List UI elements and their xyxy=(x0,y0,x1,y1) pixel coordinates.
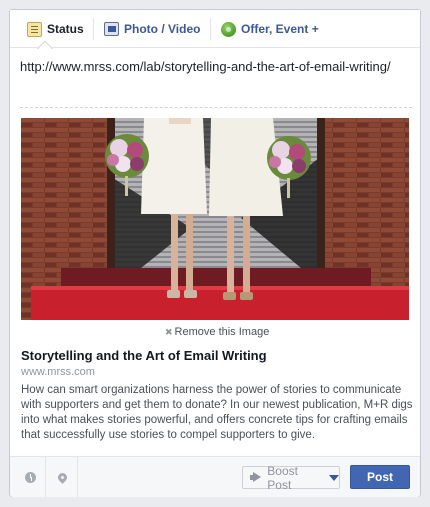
remove-image-label: Remove this Image xyxy=(174,326,270,338)
schedule-button[interactable] xyxy=(14,457,46,497)
post-composer: Status Photo / Video Offer, Event + http… xyxy=(9,9,421,497)
tab-offer-event-label: Offer, Event + xyxy=(241,22,319,36)
tab-status[interactable]: Status xyxy=(27,10,84,48)
link-preview-domain: www.mrss.com xyxy=(21,366,95,378)
boost-post-label: Boost Post xyxy=(267,463,298,492)
preview-photo xyxy=(21,118,409,320)
boost-post-button[interactable]: Boost Post xyxy=(242,463,340,492)
toolbar-divider xyxy=(77,457,78,497)
post-button[interactable]: Post xyxy=(350,465,410,489)
location-button[interactable] xyxy=(46,457,78,497)
remove-image-link[interactable]: ✖ Remove this Image xyxy=(165,326,269,338)
composer-tabs: Status Photo / Video Offer, Event + xyxy=(10,10,420,48)
composer-toolbar: Boost Post Post xyxy=(10,456,420,497)
input-divider xyxy=(20,107,412,108)
tab-photo-video-label: Photo / Video xyxy=(124,22,201,36)
status-icon xyxy=(27,21,42,37)
offer-event-icon xyxy=(221,21,236,37)
tab-divider xyxy=(93,18,94,40)
link-preview-title[interactable]: Storytelling and the Art of Email Writin… xyxy=(21,348,267,363)
tab-divider xyxy=(210,18,211,40)
clock-icon xyxy=(24,471,36,483)
active-tab-caret xyxy=(37,39,53,49)
status-url-input[interactable] xyxy=(20,56,412,76)
tab-photo-video[interactable]: Photo / Video xyxy=(104,10,200,48)
photo-video-icon xyxy=(104,22,119,36)
link-preview-description[interactable]: How can smart organizations harness the … xyxy=(21,383,413,443)
tab-offer-event[interactable]: Offer, Event + xyxy=(221,10,319,48)
megaphone-icon xyxy=(250,472,262,483)
link-preview-image xyxy=(21,118,409,320)
chevron-down-icon xyxy=(329,474,339,481)
remove-x-icon: ✖ xyxy=(165,326,173,337)
location-pin-icon xyxy=(55,470,69,484)
tab-status-label: Status xyxy=(47,22,84,36)
